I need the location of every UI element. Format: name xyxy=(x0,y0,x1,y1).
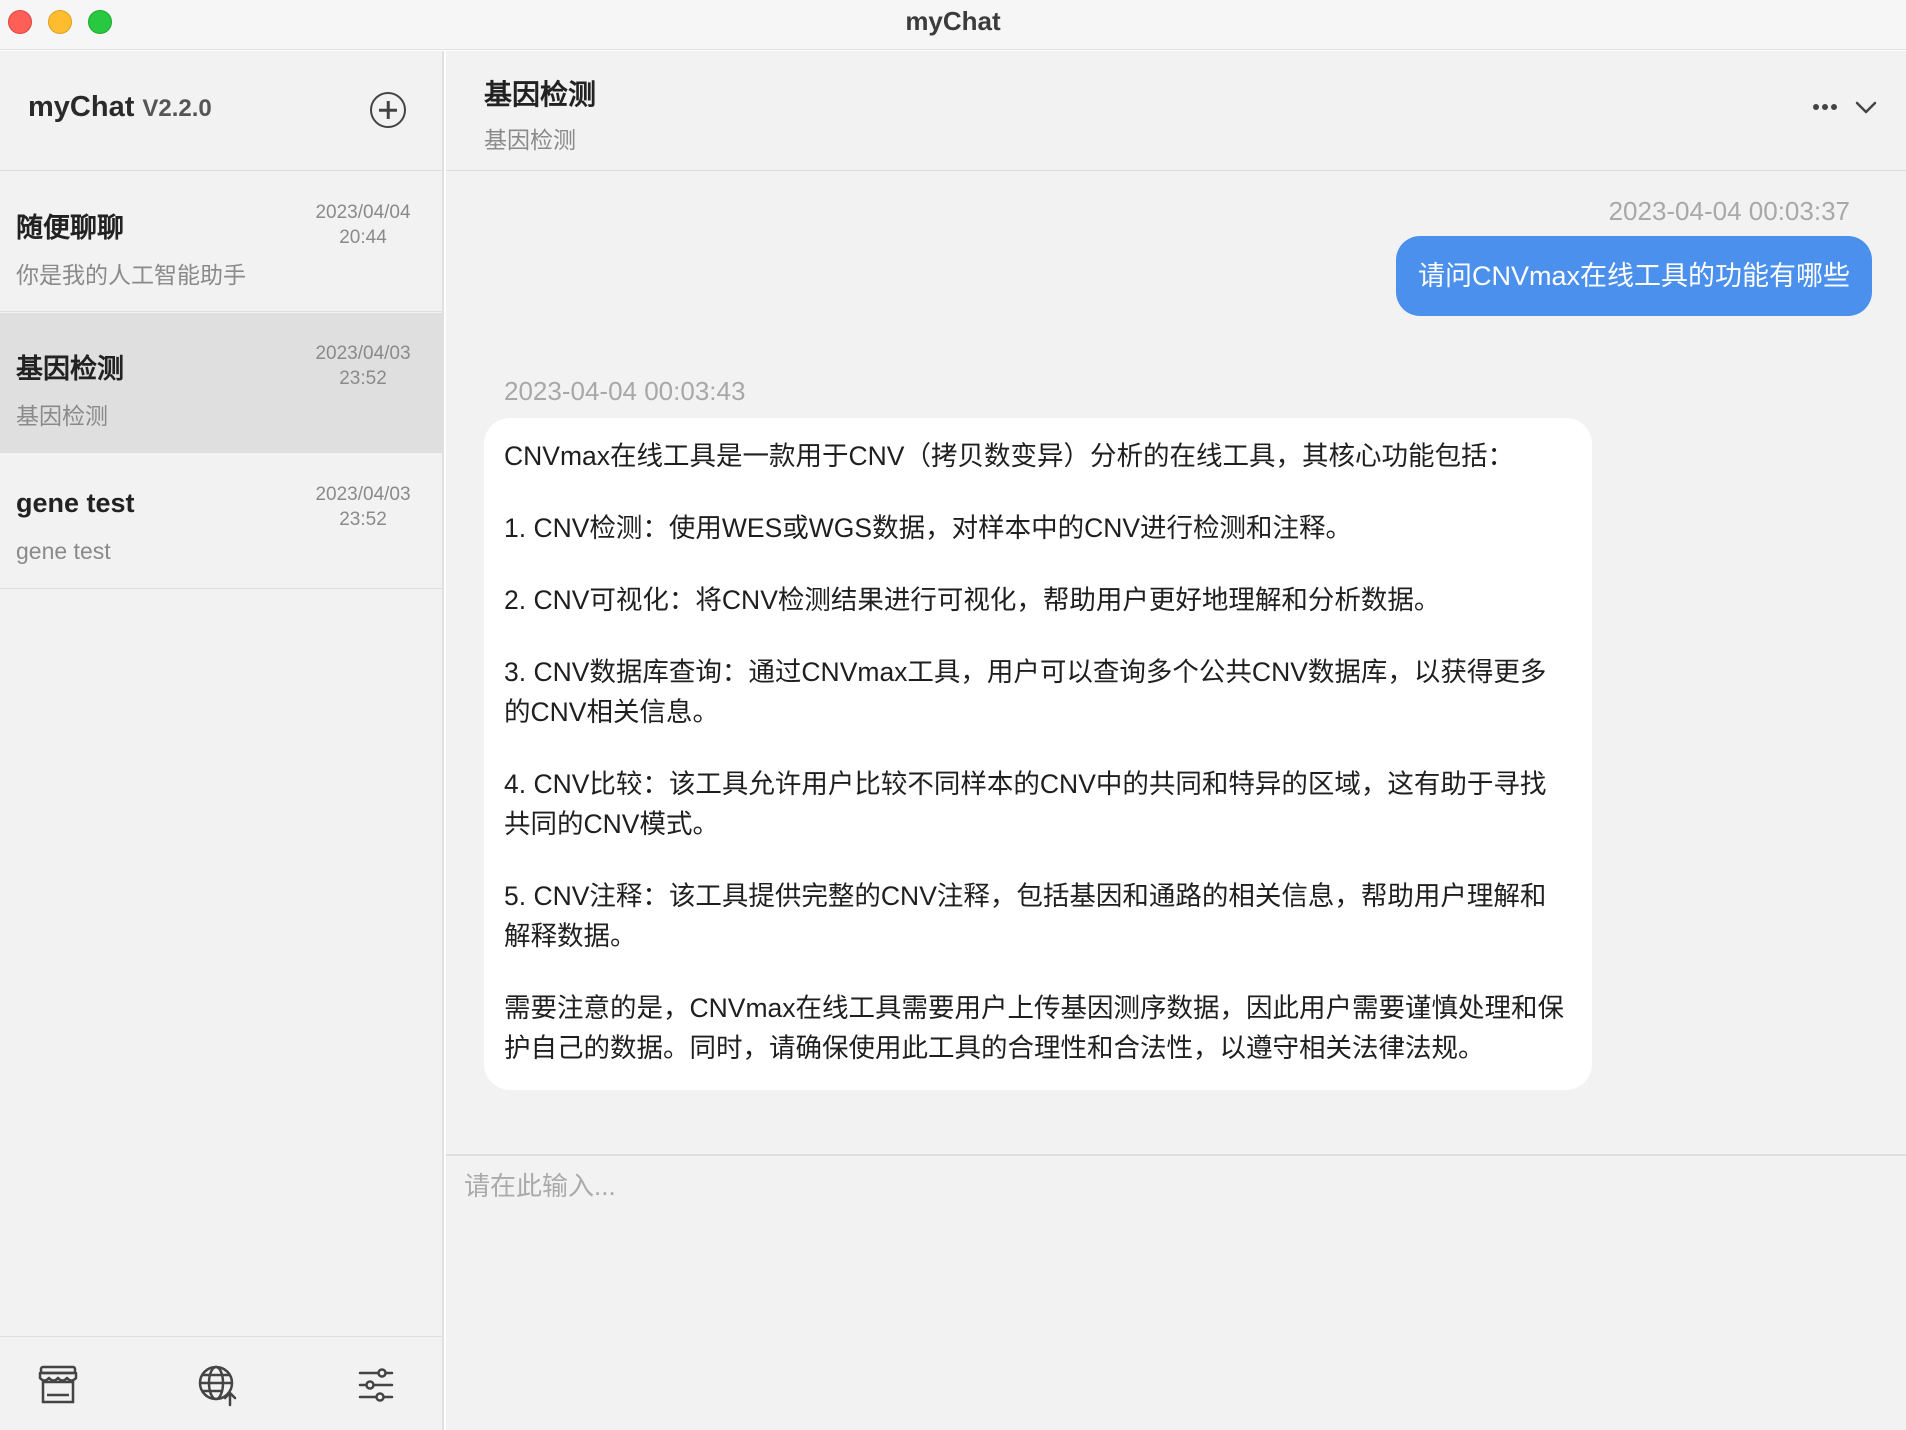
chat-subtitle: 基因检测 xyxy=(484,127,576,153)
conversation-title: 随便聊聊 xyxy=(16,213,124,243)
chat-panel: 基因检测 基因检测 2023-04-04 00:03:37 请问CNVmax在线… xyxy=(446,51,1906,1430)
window-titlebar: myChat xyxy=(0,0,1906,50)
message-paragraph: 4. CNV比较：该工具允许用户比较不同样本的CNV中的共同和特异的区域，这有助… xyxy=(504,769,1547,839)
store-icon[interactable] xyxy=(36,1363,80,1407)
conversation-item[interactable]: 随便聊聊 你是我的人工智能助手 2023/04/04 20:44 xyxy=(0,172,442,312)
conversation-date: 2023/04/03 xyxy=(315,484,411,505)
conversation-time: 23:52 xyxy=(339,368,387,389)
message-paragraph: 需要注意的是，CNVmax在线工具需要用户上传基因测序数据，因此用户需要谨慎处理… xyxy=(504,993,1565,1063)
message-timestamp: 2023-04-04 00:03:43 xyxy=(504,376,746,406)
conversation-date: 2023/04/03 xyxy=(315,343,411,364)
app-title: myChat V2.2.0 xyxy=(28,91,212,124)
window-title: myChat xyxy=(905,6,1001,36)
conversation-title: gene test xyxy=(16,488,135,518)
chevron-down-icon[interactable] xyxy=(1852,95,1880,119)
message-paragraph: 1. CNV检测：使用WES或WGS数据，对样本中的CNV进行检测和注释。 xyxy=(504,513,1353,543)
conversation-time: 23:52 xyxy=(339,509,387,530)
settings-sliders-icon[interactable] xyxy=(354,1363,398,1407)
conversation-item-active[interactable]: 基因检测 基因检测 2023/04/03 23:52 xyxy=(0,313,442,453)
chat-header: 基因检测 基因检测 xyxy=(446,51,1906,171)
conversation-timestamp: 2023/04/03 23:52 xyxy=(308,482,418,532)
app-name: myChat xyxy=(28,91,135,123)
conversation-subtitle: 基因检测 xyxy=(16,403,108,429)
globe-upload-icon[interactable] xyxy=(196,1363,240,1407)
message-paragraph: CNVmax在线工具是一款用于CNV（拷贝数变异）分析的在线工具，其核心功能包括… xyxy=(504,441,1514,471)
conversation-title: 基因检测 xyxy=(16,354,124,384)
conversation-time: 20:44 xyxy=(339,227,387,248)
app-version: V2.2.0 xyxy=(142,95,212,122)
message-paragraph: 2. CNV可视化：将CNV检测结果进行可视化，帮助用户更好地理解和分析数据。 xyxy=(504,585,1441,615)
sidebar-header: myChat V2.2.0 xyxy=(0,51,442,171)
message-paragraph: 5. CNV注释：该工具提供完整的CNV注释，包括基因和通路的相关信息，帮助用户… xyxy=(504,881,1547,951)
conversation-subtitle: gene test xyxy=(16,538,111,564)
message-timestamp: 2023-04-04 00:03:37 xyxy=(1608,196,1850,226)
message-paragraph: 3. CNV数据库查询：通过CNVmax工具，用户可以查询多个公共CNV数据库，… xyxy=(504,657,1547,727)
sidebar: myChat V2.2.0 随便聊聊 你是我的人工智能助手 2023/04/04 … xyxy=(0,51,444,1430)
chat-title: 基因检测 xyxy=(484,79,597,110)
conversation-item[interactable]: gene test gene test 2023/04/03 23:52 xyxy=(0,454,442,589)
message-input[interactable] xyxy=(464,1166,1884,1416)
conversation-subtitle: 你是我的人工智能助手 xyxy=(16,262,246,288)
user-message-bubble: 请问CNVmax在线工具的功能有哪些 xyxy=(1395,236,1872,316)
new-chat-button[interactable] xyxy=(370,92,406,128)
conversation-timestamp: 2023/04/04 20:44 xyxy=(308,200,418,250)
sidebar-footer xyxy=(0,1336,442,1430)
conversation-date: 2023/04/04 xyxy=(315,202,411,223)
conversation-timestamp: 2023/04/03 23:52 xyxy=(308,341,418,391)
composer xyxy=(446,1154,1906,1430)
more-icon[interactable] xyxy=(1808,97,1844,117)
assistant-message-bubble: CNVmax在线工具是一款用于CNV（拷贝数变异）分析的在线工具，其核心功能包括… xyxy=(484,418,1592,1090)
message-list: 2023-04-04 00:03:37 请问CNVmax在线工具的功能有哪些 2… xyxy=(446,172,1906,1154)
